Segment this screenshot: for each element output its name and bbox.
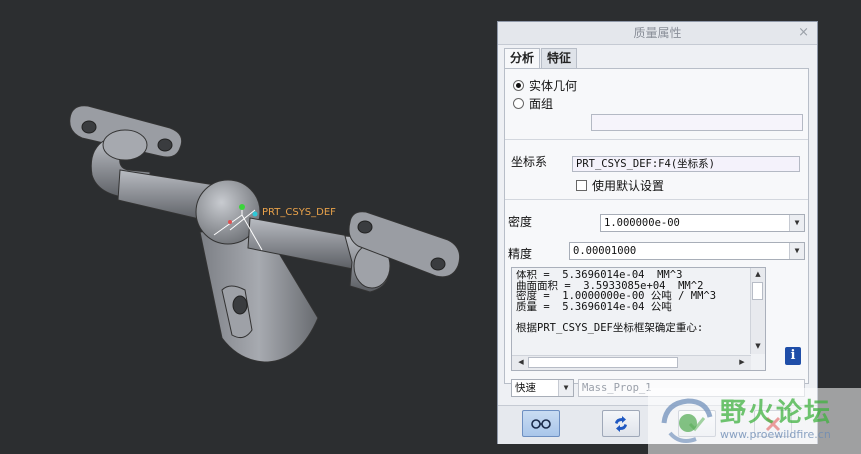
chevron-down-icon[interactable]: ▼: [789, 215, 804, 231]
analysis-panel: 实体几何 面组 坐标系 PRT_CSYS_DEF:F4(坐标系) 使用默认设置 …: [504, 68, 809, 384]
chevron-down-icon[interactable]: ▼: [789, 243, 804, 259]
tab-strip: 分析 特征: [504, 48, 578, 69]
mode-combo[interactable]: 快速 ▼: [511, 379, 574, 397]
use-default-label: 使用默认设置: [592, 179, 665, 193]
scroll-right-icon[interactable]: ▶: [735, 356, 749, 368]
dialog-title: 质量属性: [633, 26, 682, 40]
recompute-button[interactable]: [602, 410, 640, 437]
horizontal-scrollbar[interactable]: ◀ ▶: [512, 355, 751, 370]
preview-button[interactable]: [522, 410, 560, 437]
quilt-radio[interactable]: [513, 98, 524, 109]
vertical-scroll-thumb[interactable]: [752, 282, 763, 300]
result-mass: 质量 = 5.3696014e-04 公吨: [516, 300, 672, 313]
forum-watermark: 野火论坛 www.proewildfire.cn: [648, 388, 861, 454]
solid-geometry-option[interactable]: 实体几何: [513, 77, 577, 94]
chevron-down-icon[interactable]: ▼: [558, 380, 573, 396]
accuracy-combo[interactable]: 0.00001000 ▼: [569, 242, 805, 260]
csys-label: PRT_CSYS_DEF: [262, 207, 336, 218]
divider: [505, 139, 808, 140]
density-value: 1.000000e-00: [604, 217, 680, 229]
accuracy-label: 精度: [508, 247, 533, 261]
result-volume: 体积 = 5.3696014e-04 MM^3: [516, 270, 683, 281]
result-blank: [516, 312, 744, 323]
result-cog-heading: 根据PRT_CSYS_DEF坐标框架确定重心:: [516, 321, 704, 334]
use-default-option[interactable]: 使用默认设置: [576, 177, 664, 194]
scroll-up-icon[interactable]: ▲: [751, 268, 765, 280]
tab-feature[interactable]: 特征: [541, 48, 578, 68]
solid-geometry-label: 实体几何: [529, 79, 578, 93]
divider: [505, 199, 808, 200]
info-icon[interactable]: i: [785, 347, 801, 365]
results-text: 体积 = 5.3696014e-04 MM^3 曲面面积 = 3.5933085e…: [516, 270, 744, 346]
quilt-collector-field[interactable]: [591, 114, 803, 131]
quilt-option[interactable]: 面组: [513, 95, 553, 112]
scroll-left-icon[interactable]: ◀: [514, 356, 528, 368]
scroll-down-icon[interactable]: ▼: [751, 340, 765, 352]
use-default-checkbox[interactable]: [576, 180, 587, 191]
results-area[interactable]: 体积 = 5.3696014e-04 MM^3 曲面面积 = 3.5933085e…: [511, 267, 766, 371]
quilt-label: 面组: [529, 97, 554, 111]
dialog-titlebar[interactable]: 质量属性 ×: [498, 22, 817, 45]
watermark-logo-icon: [661, 398, 713, 443]
watermark-text: 野火论坛: [720, 398, 833, 428]
result-density: 密度 = 1.0000000e-00 公吨 / MM^3: [516, 290, 717, 302]
accuracy-value: 0.00001000: [573, 245, 637, 257]
density-label: 密度: [508, 215, 533, 229]
csys-collector-field[interactable]: PRT_CSYS_DEF:F4(坐标系): [572, 156, 800, 172]
density-combo[interactable]: 1.000000e-00 ▼: [600, 214, 805, 232]
solid-geometry-radio[interactable]: [513, 80, 524, 91]
vertical-scrollbar[interactable]: ▲ ▼: [750, 268, 765, 354]
pipe-bracket-model[interactable]: [0, 0, 496, 454]
horizontal-scroll-thumb[interactable]: [528, 357, 678, 368]
tab-analysis[interactable]: 分析: [504, 48, 541, 69]
eyeglasses-icon: [531, 419, 551, 429]
csys-label: 坐标系: [511, 155, 548, 169]
mass-properties-dialog: 质量属性 × 分析 特征 实体几何 面组 坐标系 PRT_CSYS_DEF:F4(…: [497, 21, 818, 444]
watermark-url: www.proewildfire.cn: [720, 428, 831, 441]
refresh-icon: [615, 416, 627, 432]
mode-value: 快速: [515, 382, 536, 394]
close-icon[interactable]: ×: [798, 22, 809, 44]
